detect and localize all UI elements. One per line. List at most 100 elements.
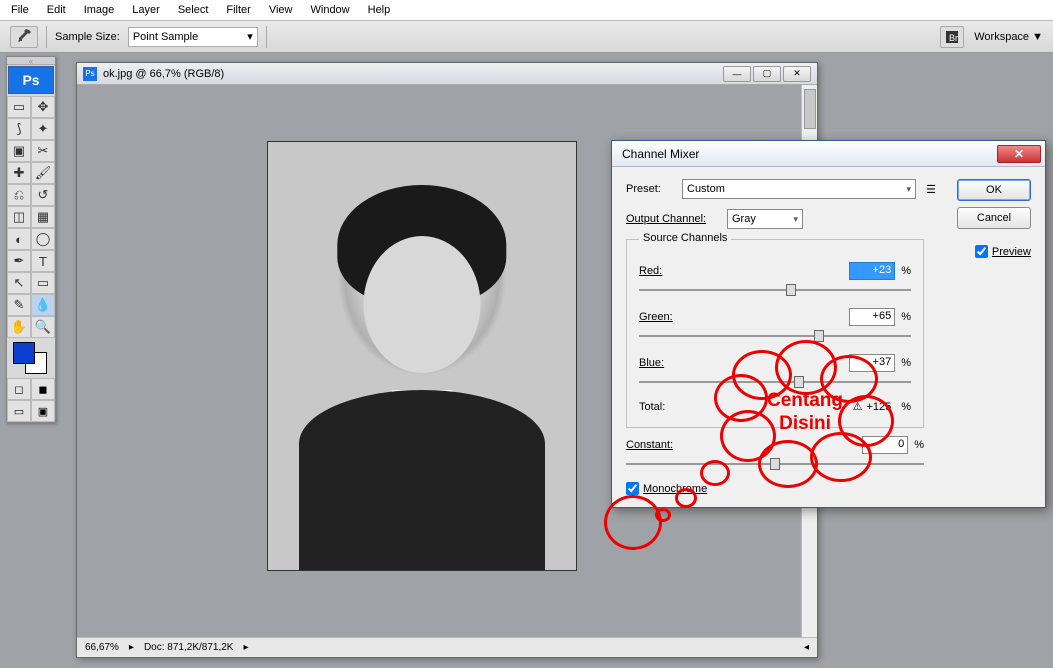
- blue-value-input[interactable]: +37: [849, 354, 895, 372]
- doc-info-menu-icon[interactable]: ▸: [243, 642, 248, 653]
- slice-tool[interactable]: ✂: [31, 140, 55, 162]
- dodge-tool[interactable]: ◯: [31, 228, 55, 250]
- source-channels-legend: Source Channels: [639, 232, 731, 244]
- sample-size-value: Point Sample: [133, 31, 198, 43]
- red-label: Red:: [639, 265, 849, 277]
- svg-text:Br: Br: [949, 33, 958, 43]
- menu-bar: File Edit Image Layer Select Filter View…: [0, 0, 1053, 20]
- preset-label: Preset:: [626, 183, 676, 195]
- preview-checkbox[interactable]: [975, 245, 988, 258]
- toolbox: « Ps ▭ ✥ ⟆ ✦ ▣ ✂ ✚ 🖌 ⎌ ↺ ◫ ▦ ◐ ◯ ✒ T ↖ ▭…: [6, 56, 56, 423]
- hscroll-left-icon[interactable]: ◂: [804, 642, 809, 653]
- dialog-close-button[interactable]: ✕: [997, 145, 1041, 163]
- quickmask-mode-icon[interactable]: ◼: [31, 378, 55, 400]
- lasso-tool[interactable]: ⟆: [7, 118, 31, 140]
- status-bar: 66,67% ▸ Doc: 871,2K/871,2K ▸ ◂: [77, 637, 817, 657]
- history-brush-tool[interactable]: ↺: [31, 184, 55, 206]
- constant-label: Constant:: [626, 439, 862, 451]
- path-tool[interactable]: ↖: [7, 272, 31, 294]
- workspace-switcher[interactable]: Workspace ▼: [974, 31, 1043, 43]
- zoom-tool[interactable]: 🔍: [31, 316, 55, 338]
- eyedropper-tool-icon[interactable]: [10, 26, 38, 48]
- chevron-down-icon: ▾: [793, 214, 798, 225]
- menu-help[interactable]: Help: [359, 1, 400, 19]
- stamp-tool[interactable]: ⎌: [7, 184, 31, 206]
- menu-window[interactable]: Window: [302, 1, 359, 19]
- total-label: Total:: [639, 401, 853, 413]
- constant-slider[interactable]: [626, 456, 924, 472]
- cancel-button[interactable]: Cancel: [957, 207, 1031, 229]
- marquee-tool[interactable]: ▭: [7, 96, 31, 118]
- menu-view[interactable]: View: [260, 1, 302, 19]
- screen-mode2-icon[interactable]: ▣: [31, 400, 55, 422]
- dialog-title: Channel Mixer: [622, 147, 699, 161]
- menu-filter[interactable]: Filter: [217, 1, 259, 19]
- maximize-button[interactable]: ▢: [753, 66, 781, 82]
- standard-mode-icon[interactable]: ◻: [7, 378, 31, 400]
- channel-mixer-dialog: Channel Mixer ✕ OK Cancel Preview Preset…: [611, 140, 1046, 508]
- hand-tool[interactable]: ✋: [7, 316, 31, 338]
- color-swatch[interactable]: [7, 338, 55, 378]
- gradient-tool[interactable]: ▦: [31, 206, 55, 228]
- toolbox-handle[interactable]: «: [7, 57, 55, 65]
- monochrome-checkbox[interactable]: [626, 482, 639, 495]
- portrait-image: [268, 142, 576, 570]
- ps-logo-icon: Ps: [8, 66, 54, 94]
- green-value-input[interactable]: +65: [849, 308, 895, 326]
- menu-layer[interactable]: Layer: [123, 1, 169, 19]
- eraser-tool[interactable]: ◫: [7, 206, 31, 228]
- output-channel-select[interactable]: Gray ▾: [727, 209, 803, 229]
- preset-menu-icon[interactable]: ☰: [926, 183, 936, 196]
- preview-label: Preview: [992, 246, 1031, 258]
- total-value: +125: [866, 401, 891, 413]
- magic-wand-tool[interactable]: ✦: [31, 118, 55, 140]
- red-value-input[interactable]: +23: [849, 262, 895, 280]
- menu-image[interactable]: Image: [75, 1, 124, 19]
- doc-info[interactable]: Doc: 871,2K/871,2K: [144, 642, 234, 653]
- dialog-titlebar[interactable]: Channel Mixer ✕: [612, 141, 1045, 167]
- ok-button[interactable]: OK: [957, 179, 1031, 201]
- options-bar: Sample Size: Point Sample ▾ Br Workspace…: [0, 20, 1053, 53]
- red-slider[interactable]: [639, 282, 911, 298]
- image-canvas[interactable]: [267, 141, 577, 571]
- sample-size-label: Sample Size:: [55, 31, 120, 43]
- warning-icon: ⚠: [853, 400, 863, 413]
- percent-label: %: [901, 311, 911, 323]
- percent-label: %: [901, 357, 911, 369]
- foreground-color-swatch[interactable]: [13, 342, 35, 364]
- minimize-button[interactable]: —: [723, 66, 751, 82]
- type-tool[interactable]: T: [31, 250, 55, 272]
- blue-slider[interactable]: [639, 374, 911, 390]
- workspace-label: Workspace ▼: [974, 31, 1043, 43]
- percent-label: %: [914, 439, 924, 451]
- heal-tool[interactable]: ✚: [7, 162, 31, 184]
- chevron-down-icon: ▾: [906, 184, 911, 195]
- pen-tool[interactable]: ✒: [7, 250, 31, 272]
- blue-label: Blue:: [639, 357, 849, 369]
- notes-tool[interactable]: ✎: [7, 294, 31, 316]
- zoom-level[interactable]: 66,67%: [85, 642, 119, 653]
- output-channel-value: Gray: [732, 213, 756, 225]
- green-slider[interactable]: [639, 328, 911, 344]
- monochrome-label: Monochrome: [643, 483, 707, 495]
- sample-size-select[interactable]: Point Sample ▾: [128, 27, 258, 47]
- constant-value-input[interactable]: 0: [862, 436, 908, 454]
- bridge-icon[interactable]: Br: [940, 26, 964, 48]
- preset-select[interactable]: Custom ▾: [682, 179, 916, 199]
- brush-tool[interactable]: 🖌: [31, 162, 55, 184]
- zoom-menu-icon[interactable]: ▸: [129, 642, 134, 653]
- menu-file[interactable]: File: [2, 1, 38, 19]
- menu-select[interactable]: Select: [169, 1, 218, 19]
- eyedropper-tool[interactable]: 💧: [31, 294, 55, 316]
- crop-tool[interactable]: ▣: [7, 140, 31, 162]
- document-icon: Ps: [83, 67, 97, 81]
- close-button[interactable]: ✕: [783, 66, 811, 82]
- blur-tool[interactable]: ◐: [7, 228, 31, 250]
- screen-mode-icon[interactable]: ▭: [7, 400, 31, 422]
- green-label: Green:: [639, 311, 849, 323]
- shape-tool[interactable]: ▭: [31, 272, 55, 294]
- move-tool[interactable]: ✥: [31, 96, 55, 118]
- percent-label: %: [901, 265, 911, 277]
- menu-edit[interactable]: Edit: [38, 1, 75, 19]
- document-titlebar[interactable]: Ps ok.jpg @ 66,7% (RGB/8) — ▢ ✕: [77, 63, 817, 85]
